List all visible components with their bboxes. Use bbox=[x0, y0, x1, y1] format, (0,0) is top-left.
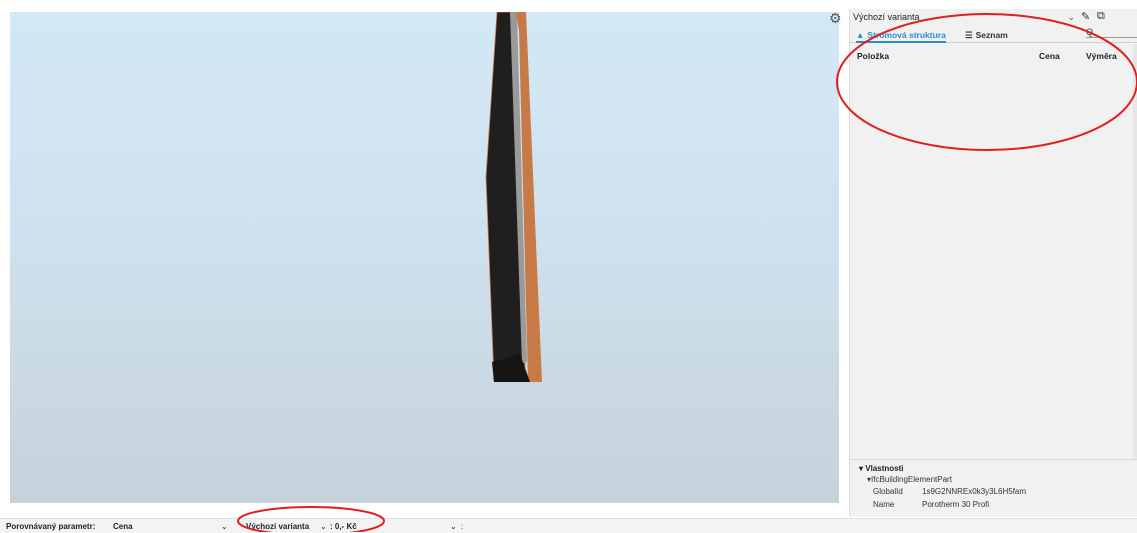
list-icon: ☰ bbox=[965, 30, 973, 40]
table-header: Položka Cena Výměra bbox=[850, 51, 1137, 63]
copy-icon[interactable]: ⧉ bbox=[1097, 10, 1105, 23]
param-select-value[interactable]: Cena bbox=[113, 522, 133, 531]
property-key-name: Name bbox=[873, 500, 895, 509]
properties-title[interactable]: ▾ Vlastnosti bbox=[859, 464, 903, 473]
right-panel: Výchozí varianta ⌄ ✎ ⧉ ▲ Stromová struktu… bbox=[849, 9, 1137, 517]
variant-select[interactable]: Výchozí varianta ⌄ bbox=[853, 11, 1075, 24]
param-label: Porovnávaný parametr: bbox=[6, 522, 96, 531]
panel-tabs: ▲ Stromová struktura ☰ Seznam Q bbox=[850, 28, 1137, 43]
hierarchy-icon: ▲ bbox=[856, 30, 865, 40]
properties-group-label: IfcBuildingElementPart bbox=[871, 475, 952, 484]
tab-tree-structure[interactable]: ▲ Stromová struktura bbox=[856, 29, 946, 43]
properties-title-label: Vlastnosti bbox=[865, 464, 904, 473]
tab-list-label: Seznam bbox=[975, 30, 1008, 40]
search-icon: Q bbox=[1086, 28, 1094, 37]
chevron-down-icon: ⌄ bbox=[1067, 12, 1075, 22]
3d-viewport[interactable] bbox=[10, 12, 839, 503]
property-value-name: Porotherm 30 Profi bbox=[922, 500, 990, 509]
wall-model bbox=[485, 12, 542, 382]
column-price[interactable]: Cena bbox=[1039, 51, 1060, 61]
property-value-globalid: 1s9G2NNREx0k3y3L6H5fam bbox=[922, 487, 1027, 496]
statusbar-variant-select[interactable]: Výchozí varianta bbox=[246, 522, 309, 531]
chevron-down-icon[interactable]: ⌄ bbox=[320, 522, 327, 531]
second-select-value[interactable]: : bbox=[461, 522, 463, 531]
properties-panel: ▾ Vlastnosti ▾IfcBuildingElementPart Glo… bbox=[850, 459, 1137, 517]
search-input[interactable]: Q bbox=[1086, 28, 1137, 38]
property-key-globalid: GlobalId bbox=[873, 487, 903, 496]
chevron-down-icon[interactable]: ⌄ bbox=[221, 522, 228, 531]
status-bar: Porovnávaný parametr: Cena ⌄ Výchozí var… bbox=[0, 518, 1137, 533]
vertical-scrollbar[interactable] bbox=[1133, 44, 1137, 464]
column-item[interactable]: Položka bbox=[857, 51, 889, 61]
variant-select-value: Výchozí varianta bbox=[853, 12, 920, 22]
chevron-down-icon[interactable]: ⌄ bbox=[450, 522, 457, 531]
properties-group[interactable]: ▾IfcBuildingElementPart bbox=[867, 475, 952, 484]
pencil-icon[interactable]: ✎ bbox=[1081, 10, 1090, 23]
tab-list[interactable]: ☰ Seznam bbox=[965, 29, 1008, 41]
statusbar-price: : 0,- Kč bbox=[330, 522, 357, 531]
gear-icon[interactable]: ⚙ bbox=[829, 11, 843, 25]
tab-tree-structure-label: Stromová struktura bbox=[867, 30, 946, 40]
column-area[interactable]: Výměra bbox=[1086, 51, 1117, 61]
